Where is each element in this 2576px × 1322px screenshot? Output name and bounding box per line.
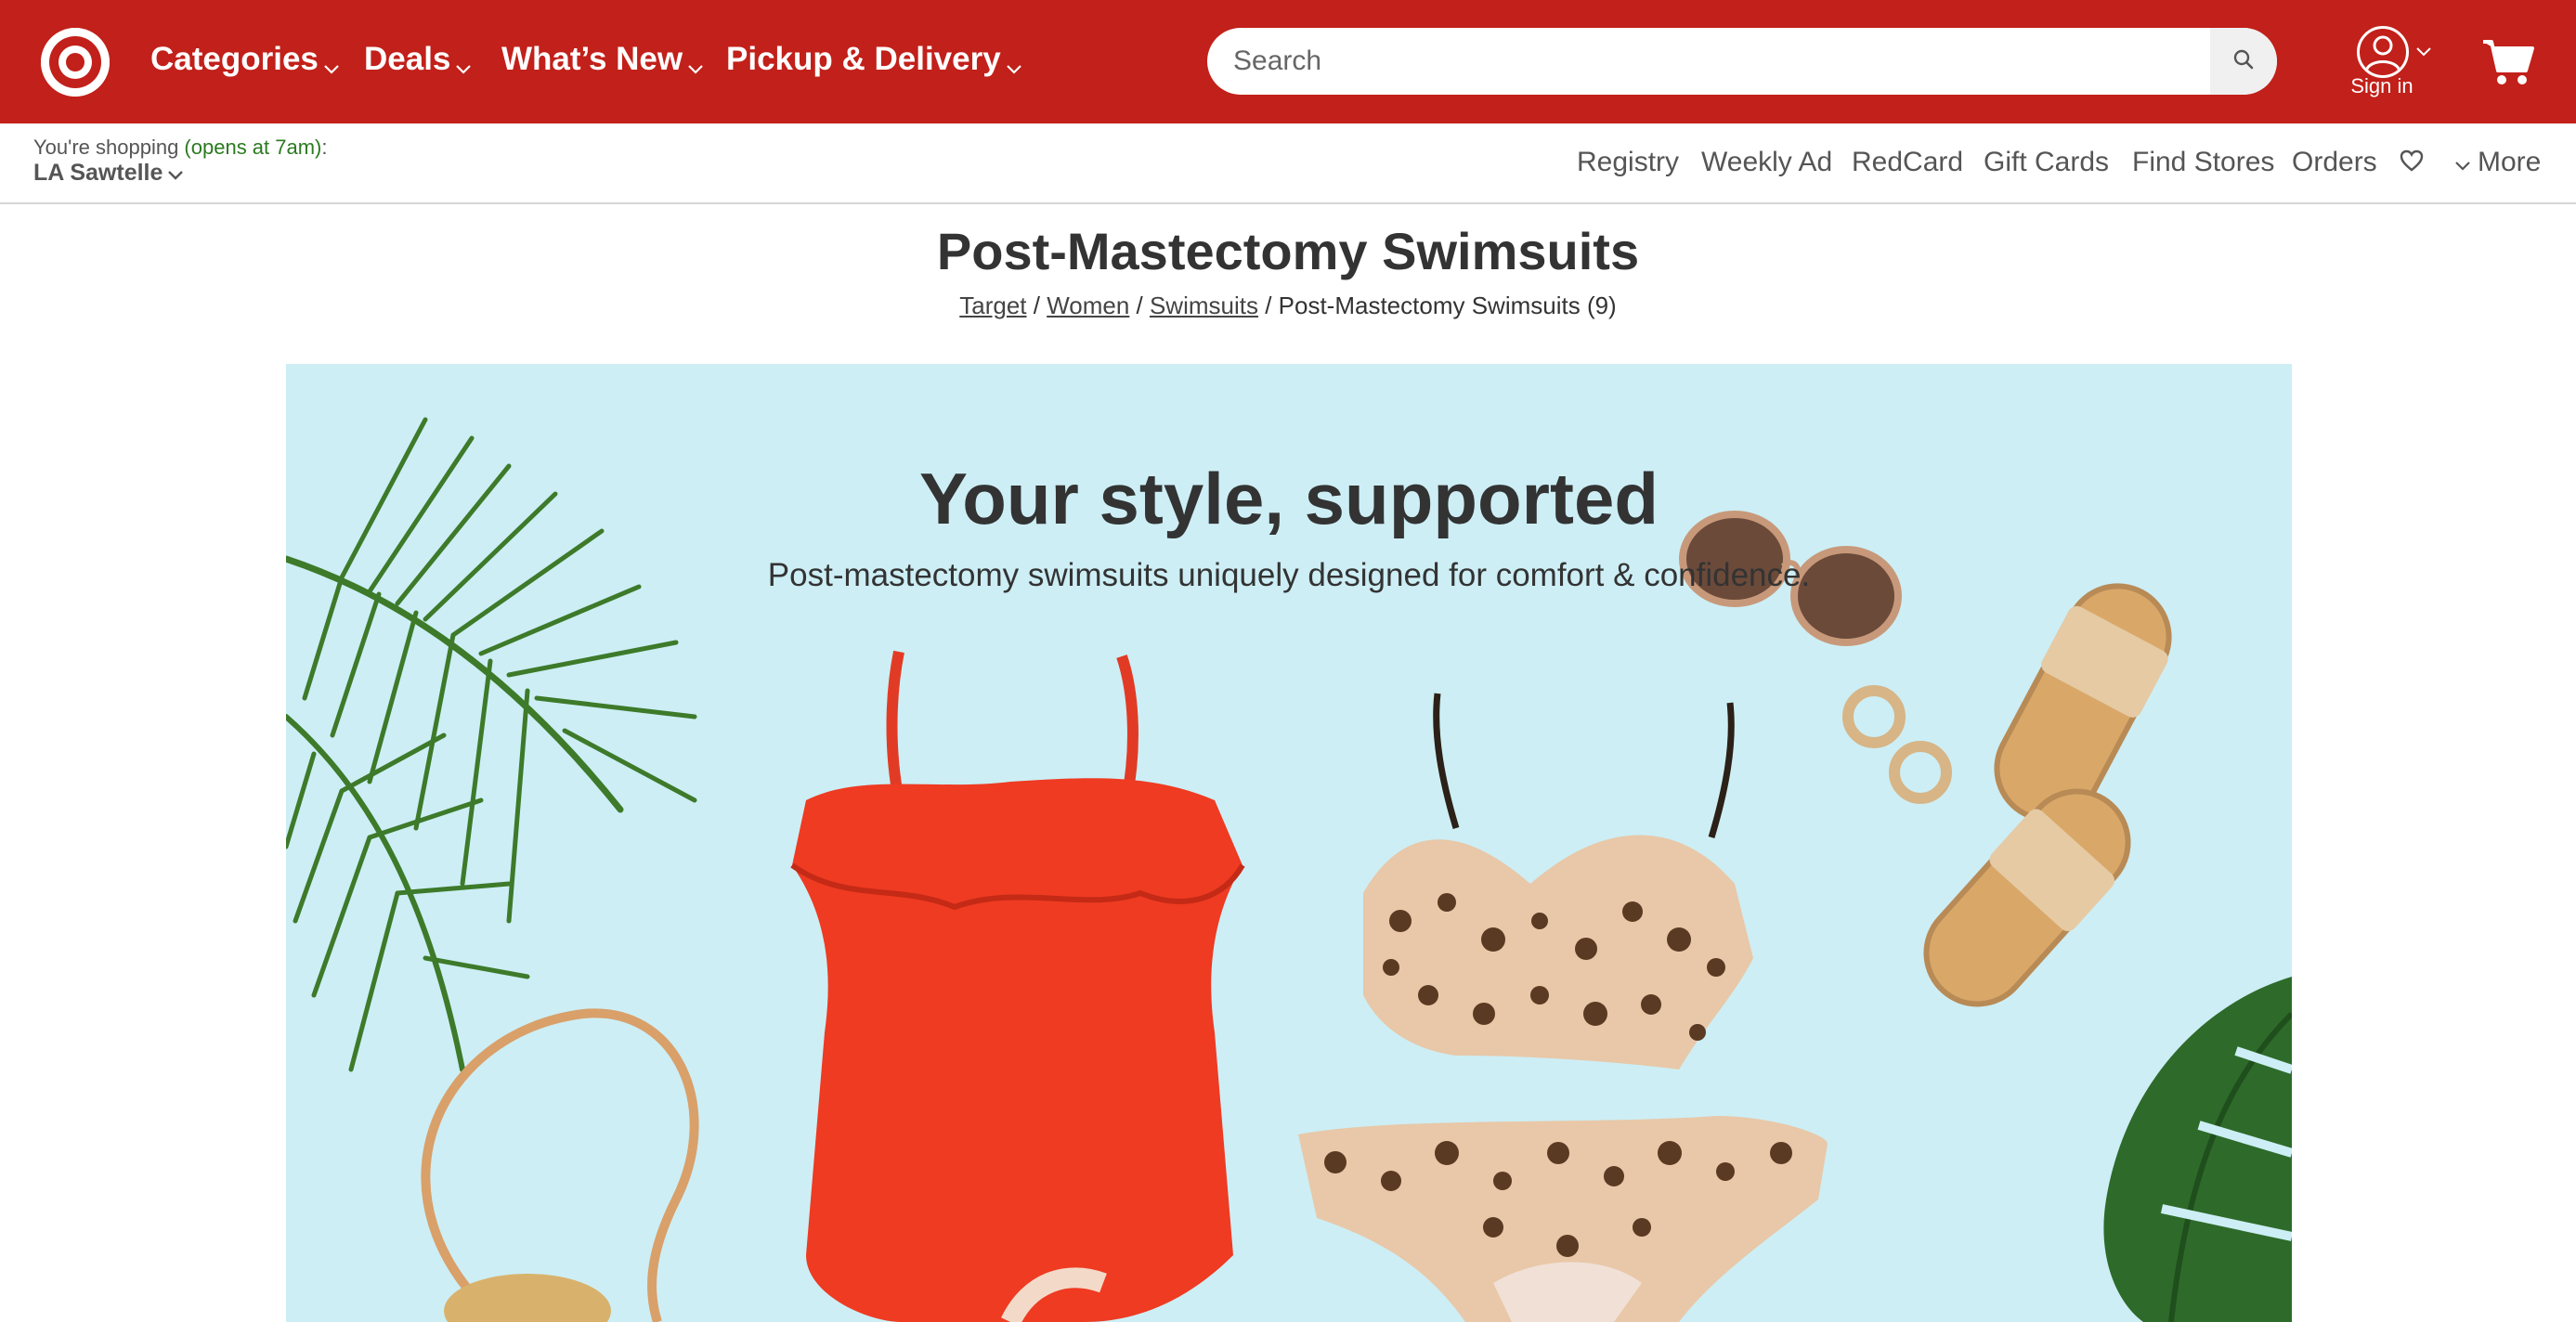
store-hours: (opens at 7am) (184, 136, 322, 159)
weekly-ad-link[interactable]: Weekly Ad (1701, 147, 1832, 178)
straw-bag-image (444, 1274, 611, 1322)
breadcrumb-separator: / (1129, 292, 1150, 319)
red-swimsuit-image (790, 650, 1245, 1322)
breadcrumb-separator: / (1257, 292, 1279, 319)
sandals-image (1923, 583, 2172, 1007)
store-selector[interactable]: LA Sawtelle (33, 160, 184, 187)
nav-pickup-delivery[interactable]: Pickup & Delivery (726, 37, 1021, 82)
chevron-down-icon (456, 45, 472, 83)
search-input[interactable] (1207, 28, 2210, 95)
nav-whats-new-label: What’s New (501, 41, 683, 77)
hero-subtitle: Post-mastectomy swimsuits uniquely desig… (767, 557, 1811, 593)
sign-in-link[interactable]: Sign in (2349, 74, 2414, 98)
gift-cards-link[interactable]: Gift Cards (1984, 147, 2109, 178)
hero-banner[interactable]: Your style, supported Post-mastectomy sw… (286, 364, 2292, 1322)
store-status: You're shopping (opens at 7am): (33, 136, 328, 160)
search-bar (1207, 28, 2277, 95)
bag-strap-image (421, 1008, 699, 1322)
page-title: Post-Mastectomy Swimsuits (936, 222, 1640, 280)
breadcrumb-women[interactable]: Women (1047, 292, 1129, 319)
breadcrumb-target[interactable]: Target (959, 292, 1026, 319)
breadcrumb-current: Post-Mastectomy Swimsuits (9) (1278, 292, 1617, 319)
nav-whats-new[interactable]: What’s New (501, 37, 703, 82)
leopard-bikini-bottom-image (1298, 1116, 1828, 1322)
chevron-down-icon (688, 45, 703, 83)
nav-deals-label: Deals (364, 41, 451, 77)
earring-image (1889, 741, 1952, 804)
nav-categories[interactable]: Categories (150, 37, 339, 82)
breadcrumb: Target / Women / Swimsuits / Post-Mastec… (0, 292, 2576, 320)
search-button[interactable] (2210, 28, 2277, 95)
leopard-bikini-top-image (1363, 693, 1753, 1069)
chevron-down-icon (1006, 45, 1021, 83)
account-icon (2357, 26, 2409, 78)
registry-link[interactable]: Registry (1577, 147, 1679, 178)
hero-title: Your style, supported (919, 458, 1659, 539)
top-header: Categories Deals What’s New Pickup & Del… (0, 0, 2576, 123)
nav-categories-label: Categories (150, 41, 319, 77)
find-stores-link[interactable]: Find Stores (2132, 147, 2274, 178)
more-menu[interactable]: More (2455, 147, 2541, 178)
nav-deals[interactable]: Deals (364, 37, 472, 83)
more-label: More (2478, 147, 2542, 177)
store-prefix: You're shopping (33, 136, 185, 159)
target-logo-icon[interactable] (41, 28, 110, 97)
earring-image (1842, 685, 1906, 748)
chevron-down-icon (324, 45, 339, 83)
store-suffix: : (321, 136, 328, 159)
chevron-down-icon (2416, 45, 2431, 61)
cart-icon[interactable] (2481, 37, 2535, 87)
search-icon (2232, 48, 2255, 75)
chevron-down-icon (2455, 147, 2470, 178)
breadcrumb-swimsuits[interactable]: Swimsuits (1150, 292, 1258, 319)
heart-icon[interactable] (2400, 149, 2424, 176)
chevron-down-icon (168, 160, 184, 187)
store-name: LA Sawtelle (33, 160, 163, 186)
orders-link[interactable]: Orders (2292, 147, 2377, 178)
nav-pickup-delivery-label: Pickup & Delivery (726, 41, 1001, 77)
breadcrumb-separator: / (1026, 292, 1047, 319)
monstera-leaf-image (2103, 977, 2292, 1322)
redcard-link[interactable]: RedCard (1852, 147, 1963, 178)
